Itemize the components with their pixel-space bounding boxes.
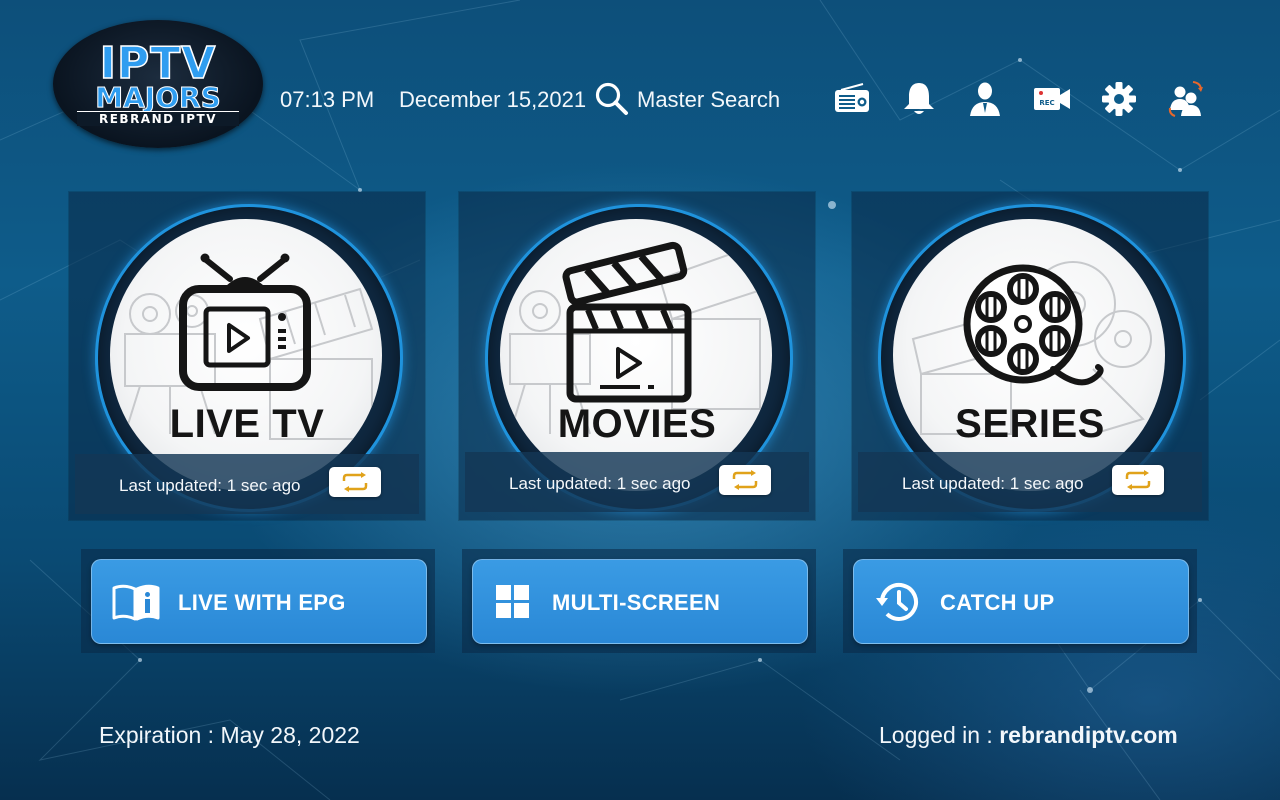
master-search-button[interactable]: Master Search — [637, 87, 780, 113]
series-icon — [911, 261, 1152, 435]
refresh-icon — [732, 470, 758, 490]
multi-screen-button[interactable]: MULTI-SCREEN — [472, 559, 808, 644]
card-title: SERIES — [955, 402, 1105, 446]
brand-logo: IPTV MAJORS REBRAND IPTV — [53, 20, 263, 148]
card-live-tv[interactable]: LIVE TV Last updated: 1 sec ago — [69, 192, 425, 520]
logged-in-label: Logged in : — [879, 722, 1000, 748]
gear-icon[interactable] — [1100, 80, 1138, 118]
search-icon[interactable] — [594, 81, 630, 117]
book-info-icon — [112, 584, 160, 621]
record-camera-icon[interactable]: REC — [1033, 80, 1071, 118]
bell-icon[interactable] — [900, 80, 938, 118]
refresh-icon — [1125, 470, 1151, 490]
logo-title: IPTV — [99, 38, 217, 89]
refresh-button[interactable] — [1112, 465, 1164, 495]
catch-up-container: CATCH UP — [843, 549, 1197, 653]
refresh-button[interactable] — [719, 465, 771, 495]
live-with-epg-container: LIVE WITH EPG — [81, 549, 435, 653]
last-updated-text: Last updated: 1 sec ago — [509, 474, 691, 493]
movies-icon — [509, 241, 761, 435]
last-updated-text: Last updated: 1 sec ago — [902, 474, 1084, 493]
catch-up-button[interactable]: CATCH UP — [853, 559, 1189, 644]
refresh-icon — [342, 472, 368, 492]
action-label: CATCH UP — [940, 590, 1055, 615]
card-movies[interactable]: MOVIES Last updated: 1 sec ago — [459, 192, 815, 520]
card-series[interactable]: SERIES Last updated: 1 sec ago — [852, 192, 1208, 520]
svg-text:REC: REC — [1039, 99, 1054, 107]
live-with-epg-button[interactable]: LIVE WITH EPG — [91, 559, 427, 644]
logo-subtitle: MAJORS — [95, 81, 221, 114]
action-label: MULTI-SCREEN — [552, 590, 721, 615]
history-icon — [876, 582, 918, 621]
logged-in-value: rebrandiptv.com — [999, 722, 1178, 748]
user-icon[interactable] — [966, 80, 1004, 118]
clock-time: 07:13 PM — [280, 87, 375, 112]
logged-in-status: Logged in : rebrandiptv.com — [879, 722, 1178, 749]
switch-user-icon[interactable] — [1167, 80, 1205, 118]
current-date: December 15,2021 — [399, 87, 587, 112]
refresh-button[interactable] — [329, 467, 381, 497]
expiration-text: Expiration : May 28, 2022 — [99, 722, 360, 748]
grid-icon — [496, 585, 529, 618]
radio-icon[interactable] — [833, 80, 871, 118]
live-tv-icon — [124, 253, 374, 440]
logo-tagline: REBRAND IPTV — [77, 111, 239, 126]
card-title: LIVE TV — [169, 402, 325, 446]
action-label: LIVE WITH EPG — [178, 590, 346, 615]
last-updated-text: Last updated: 1 sec ago — [119, 476, 301, 495]
multi-screen-container: MULTI-SCREEN — [462, 549, 816, 653]
card-title: MOVIES — [557, 402, 717, 446]
